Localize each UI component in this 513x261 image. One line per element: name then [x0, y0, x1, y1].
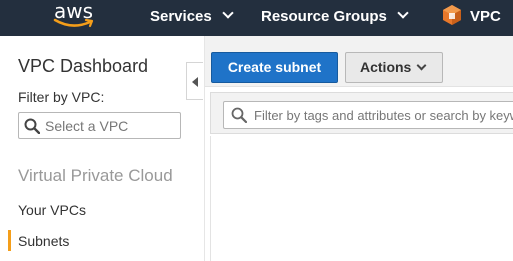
create-subnet-button[interactable]: Create subnet [211, 52, 338, 83]
vpc-label: VPC [470, 8, 501, 25]
services-label: Services [150, 8, 212, 25]
sidebar-item-your-vpcs[interactable]: Your VPCs [18, 202, 86, 218]
filter-by-vpc-label: Filter by VPC: [18, 89, 105, 105]
chevron-down-icon [397, 7, 409, 19]
services-menu[interactable]: Services [150, 0, 234, 34]
sidebar: VPC Dashboard Filter by VPC: Select a VP… [0, 36, 205, 261]
collapse-left-icon [192, 77, 198, 87]
subnets-list-area [210, 136, 513, 261]
aws-smile-icon [53, 18, 94, 28]
filter-placeholder: Filter by tags and attributes or search … [254, 108, 513, 123]
filter-search-input[interactable]: Filter by tags and attributes or search … [223, 101, 513, 129]
section-virtual-private-cloud: Virtual Private Cloud [18, 166, 173, 185]
filter-bar: Filter by tags and attributes or search … [210, 92, 513, 134]
vpc-cube-icon [443, 5, 461, 26]
collapse-sidebar-button[interactable] [186, 62, 203, 100]
active-indicator [8, 230, 11, 251]
resource-groups-menu[interactable]: Resource Groups [261, 0, 409, 34]
select-vpc-input[interactable]: Select a VPC [18, 112, 181, 139]
search-icon [231, 107, 247, 123]
actions-dropdown-button[interactable]: Actions [345, 52, 443, 83]
vpc-service-link[interactable]: VPC [442, 0, 501, 34]
toolbar: Create subnet Actions [205, 36, 513, 87]
actions-label: Actions [360, 59, 412, 75]
sidebar-title[interactable]: VPC Dashboard [18, 56, 148, 77]
chevron-down-icon [222, 7, 234, 19]
resource-groups-label: Resource Groups [261, 8, 387, 25]
sidebar-item-subnets[interactable]: Subnets [18, 233, 69, 249]
main-content: Create subnet Actions Filter by tags and… [205, 36, 513, 261]
top-navigation-bar: aws Services Resource Groups VPC [0, 0, 513, 36]
select-vpc-placeholder: Select a VPC [45, 118, 129, 134]
aws-logo[interactable]: aws [52, 0, 100, 30]
search-icon [24, 118, 40, 134]
chevron-down-icon [416, 60, 427, 71]
